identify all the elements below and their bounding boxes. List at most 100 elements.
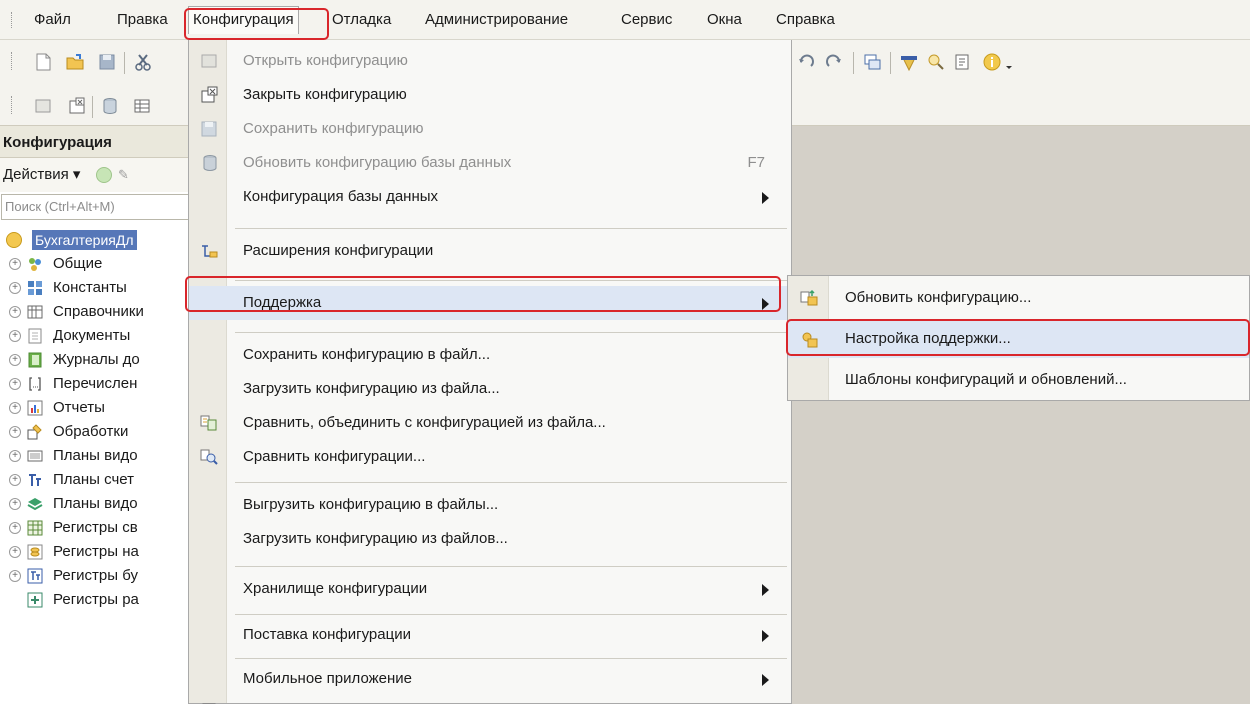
tree-item-enums[interactable]: + Перечислен xyxy=(0,372,200,396)
submenu-item-templates[interactable]: Шаблоны конфигураций и обновлений... xyxy=(788,361,1249,399)
menu-item-label: Расширения конфигурации xyxy=(243,242,434,259)
expand-icon[interactable]: + xyxy=(9,450,21,462)
save-icon[interactable] xyxy=(97,52,117,72)
menubar: Файл Правка Конфигурация Отладка Админис… xyxy=(0,0,1250,40)
tree-item-accounting-registers[interactable]: + Регистры бу xyxy=(0,564,200,588)
expand-icon[interactable]: + xyxy=(9,570,21,582)
table-icon[interactable] xyxy=(132,96,152,116)
tree-item-catalogs[interactable]: + Справочники xyxy=(0,300,200,324)
tree-item-dataprocessors[interactable]: + Обработки xyxy=(0,420,200,444)
toolbar-separator xyxy=(853,52,854,74)
menu-item-compare[interactable]: Сравнить конфигурации... xyxy=(189,440,791,474)
new-file-icon[interactable] xyxy=(33,52,53,72)
expand-icon[interactable]: + xyxy=(9,354,21,366)
expand-icon[interactable]: + xyxy=(9,426,21,438)
expand-icon[interactable]: + xyxy=(9,546,21,558)
expand-icon[interactable]: + xyxy=(9,522,21,534)
charts-of-characteristic-types-icon xyxy=(27,450,43,462)
info-icon[interactable] xyxy=(982,52,1002,72)
edit-icon[interactable]: ✎ xyxy=(118,168,132,182)
menu-item-repository[interactable]: Хранилище конфигурации xyxy=(189,572,791,606)
submenu-arrow-icon xyxy=(762,674,769,686)
tree-item-common[interactable]: + Общие xyxy=(0,252,200,276)
expand-icon[interactable]: + xyxy=(9,498,21,510)
submenu-item-label: Настройка поддержки... xyxy=(845,330,1011,347)
menu-administration[interactable]: Администрирование xyxy=(425,9,568,31)
tree-label: Общие xyxy=(53,255,103,272)
reports-icon xyxy=(27,400,43,416)
expand-icon[interactable]: + xyxy=(9,306,21,318)
syntax-helper-icon[interactable] xyxy=(899,52,919,72)
undo-icon[interactable] xyxy=(796,52,816,72)
menu-item-mobile-app[interactable]: Мобильное приложение xyxy=(189,662,791,696)
tree-item-constants[interactable]: + Константы xyxy=(0,276,200,300)
tree-item-accumulation-registers[interactable]: + Регистры на xyxy=(0,540,200,564)
menu-item-compare-merge[interactable]: Сравнить, объединить с конфигурацией из … xyxy=(189,406,791,440)
redo-icon[interactable] xyxy=(824,52,844,72)
toolbar-overflow-icon[interactable] xyxy=(1004,52,1014,72)
submenu-item-support-settings[interactable]: Настройка поддержки... xyxy=(788,320,1249,358)
menu-item-config-report[interactable]: Отчет по конфигурации... xyxy=(189,694,791,704)
menu-item-db-config[interactable]: Конфигурация базы данных xyxy=(189,180,791,214)
help-book-icon[interactable] xyxy=(952,52,972,72)
menu-service[interactable]: Сервис xyxy=(621,9,672,31)
expand-icon[interactable]: + xyxy=(9,378,21,390)
menu-item-import-files[interactable]: Загрузить конфигурацию из файлов... xyxy=(189,522,791,556)
menu-item-load-from-file[interactable]: Загрузить конфигурацию из файла... xyxy=(189,372,791,406)
menu-item-save-to-file[interactable]: Сохранить конфигурацию в файл... xyxy=(189,338,791,372)
charts-of-calculation-types-icon xyxy=(27,498,43,511)
toolbar-grip[interactable] xyxy=(11,52,14,70)
menu-separator xyxy=(235,332,787,333)
tree-item-journals[interactable]: + Журналы до xyxy=(0,348,200,372)
tree-item-charts-of-calculation-types[interactable]: + Планы видо xyxy=(0,492,200,516)
tree-root[interactable]: БухгалтерияДл xyxy=(0,228,200,252)
expand-icon[interactable]: + xyxy=(9,402,21,414)
config-close-icon[interactable] xyxy=(67,96,87,116)
database-icon[interactable] xyxy=(100,96,120,116)
menu-configuration[interactable]: Конфигурация xyxy=(188,6,299,34)
tree-item-reports[interactable]: + Отчеты xyxy=(0,396,200,420)
submenu-item-update-config[interactable]: Обновить конфигурацию... xyxy=(788,279,1249,317)
add-icon[interactable] xyxy=(96,167,112,183)
expand-icon[interactable]: + xyxy=(9,282,21,294)
expand-icon[interactable]: + xyxy=(9,258,21,270)
update-config-icon xyxy=(800,289,818,306)
menu-item-save-config[interactable]: Сохранить конфигурацию xyxy=(189,112,791,146)
menu-item-extensions[interactable]: Расширения конфигурации xyxy=(189,234,791,268)
menu-item-label: Сохранить конфигурацию xyxy=(243,120,424,137)
tree-item-charts-of-accounts[interactable]: + Планы счет xyxy=(0,468,200,492)
update-db-icon xyxy=(203,155,217,172)
menubar-grip[interactable] xyxy=(11,12,14,28)
search-input[interactable]: Поиск (Ctrl+Alt+M) xyxy=(1,194,199,220)
tree-label: Документы xyxy=(53,327,131,344)
menu-edit[interactable]: Правка xyxy=(117,9,168,31)
menu-separator xyxy=(235,614,787,615)
help-search-icon[interactable] xyxy=(926,52,946,72)
menu-help[interactable]: Справка xyxy=(776,9,835,31)
expand-icon[interactable]: + xyxy=(9,474,21,486)
cut-icon[interactable] xyxy=(133,52,153,72)
menu-item-support[interactable]: Поддержка xyxy=(189,286,791,320)
open-file-icon[interactable] xyxy=(65,52,85,72)
windows-icon[interactable] xyxy=(862,52,882,72)
tree-item-calculation-registers[interactable]: Регистры ра xyxy=(0,588,200,612)
menu-file[interactable]: Файл xyxy=(34,9,71,31)
tree-item-charts-of-characteristic-types[interactable]: + Планы видо xyxy=(0,444,200,468)
actions-dropdown[interactable]: Действия ▾ xyxy=(3,166,80,183)
menu-debug[interactable]: Отладка xyxy=(332,9,391,31)
menu-windows[interactable]: Окна xyxy=(707,9,742,31)
menu-item-label: Сравнить, объединить с конфигурацией из … xyxy=(243,414,606,431)
menu-item-export-files[interactable]: Выгрузить конфигурацию в файлы... xyxy=(189,488,791,522)
expand-icon[interactable]: + xyxy=(9,330,21,342)
menu-item-delivery[interactable]: Поставка конфигурации xyxy=(189,618,791,652)
toolbar-grip[interactable] xyxy=(11,96,14,114)
toolbar-separator xyxy=(92,96,93,118)
tree-item-information-registers[interactable]: + Регистры св xyxy=(0,516,200,540)
menu-item-close-config[interactable]: Закрыть конфигурацию xyxy=(189,78,791,112)
menu-item-open-config[interactable]: Открыть конфигурацию xyxy=(189,44,791,78)
actions-bar: Действия ▾ ✎ xyxy=(0,158,199,192)
config-open-icon[interactable] xyxy=(33,96,53,116)
menu-item-update-db-config[interactable]: Обновить конфигурацию базы данных F7 xyxy=(189,146,791,180)
menu-item-label: Конфигурация базы данных xyxy=(243,188,439,205)
tree-item-documents[interactable]: + Документы xyxy=(0,324,200,348)
